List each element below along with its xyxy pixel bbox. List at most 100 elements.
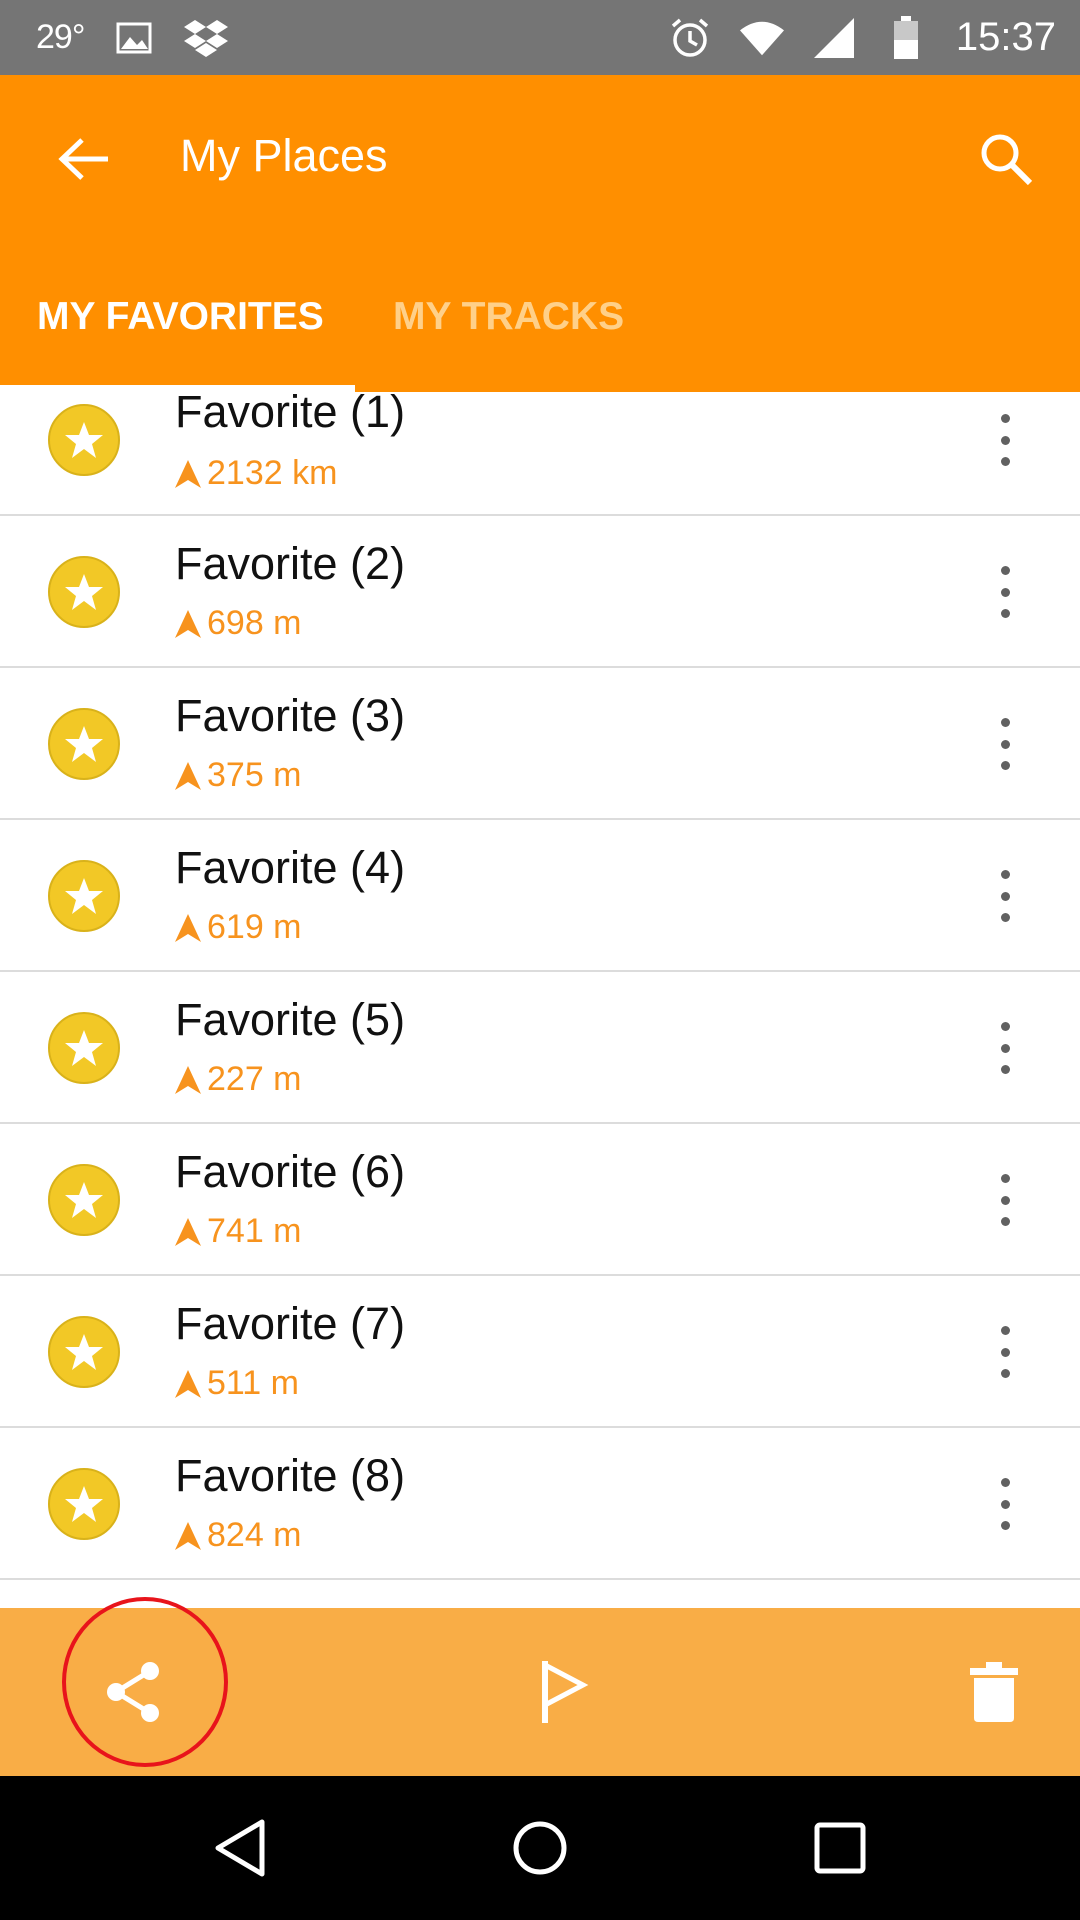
more-vert-icon [1000,1174,1010,1183]
nav-recents-icon [814,1822,866,1874]
more-vert-dot [1000,1043,1010,1053]
distance-value: 227 m [207,1060,302,1098]
direction-arrow-icon [175,459,201,488]
favorite-list-item[interactable]: Favorite (3) 375 m [0,668,1080,820]
favorite-distance: 824 m [175,1516,302,1555]
nav-back-button[interactable] [190,1798,290,1898]
nav-home-button[interactable] [490,1798,590,1898]
status-temperature: 29° [36,18,85,56]
page-title: My Places [180,130,388,181]
favorite-list-item[interactable]: Favorite (5) 227 m [0,972,1080,1124]
favorite-star-icon [48,1468,120,1540]
favorite-star-icon [48,1316,120,1388]
tab-my-tracks[interactable]: MY TRACKS [355,275,685,392]
favorite-title: Favorite (1) [175,392,406,437]
favorite-star-icon [48,860,120,932]
more-vert-dot [1000,587,1010,597]
more-vert-icon [1000,566,1010,575]
favorite-list-item[interactable]: Favorite (6) 741 m [0,1124,1080,1276]
favorite-star-icon [48,1012,120,1084]
system-nav-bar [0,1776,1080,1920]
distance-value: 824 m [207,1516,302,1554]
direction-arrow-icon [175,1217,201,1246]
more-vert-dot [1000,1217,1010,1226]
distance-value: 619 m [207,908,302,946]
more-vert-dot [1000,1195,1010,1205]
share-button[interactable] [84,1642,184,1742]
more-options-button[interactable] [985,408,1025,472]
more-options-button[interactable] [985,1472,1025,1536]
direction-arrow-icon [175,1521,201,1550]
more-vert-icon [1000,1478,1010,1487]
favorite-title: Favorite (8) [175,1450,406,1501]
more-vert-dot [1000,609,1010,618]
favorite-distance: 698 m [175,604,302,643]
nav-recents-button[interactable] [790,1798,890,1898]
distance-value: 375 m [207,756,302,794]
more-vert-dot [1000,457,1010,466]
more-vert-dot [1000,1499,1010,1509]
search-icon [981,134,1033,186]
direction-arrow-icon [175,609,201,638]
favorite-list-item[interactable]: Favorite (8) 824 m [0,1428,1080,1580]
status-right: 15:37 [668,15,1056,60]
favorite-list-item[interactable]: Favorite (7) 511 m [0,1276,1080,1428]
favorite-list-item[interactable]: Favorite (4) 619 m [0,820,1080,972]
nav-back-icon [215,1819,265,1877]
more-options-button[interactable] [985,1016,1025,1080]
more-options-button[interactable] [985,712,1025,776]
more-vert-dot [1000,1347,1010,1357]
more-vert-dot [1000,435,1010,445]
more-options-button[interactable] [985,560,1025,624]
share-icon [107,1662,159,1722]
more-vert-dot [1000,891,1010,901]
distance-value: 741 m [207,1212,302,1250]
dropbox-icon [184,16,229,60]
distance-value: 2132 km [207,454,338,492]
favorite-title: Favorite (7) [175,1298,406,1349]
more-vert-dot [1000,1065,1010,1074]
favorite-star-icon [48,1164,120,1236]
toolbar: My Places [0,75,1080,245]
direction-arrow-icon [175,1369,201,1398]
more-options-button[interactable] [985,1168,1025,1232]
nav-home-icon [513,1821,567,1875]
more-vert-dot [1000,1521,1010,1530]
alarm-icon [668,16,712,60]
favorite-star-icon [48,708,120,780]
tab-indicator [0,385,355,392]
action-bar [0,1608,1080,1776]
favorite-star-icon [48,404,120,476]
more-vert-dot [1000,761,1010,770]
favorite-list-item[interactable]: Favorite (1) 2132 km [0,392,1080,516]
favorite-title: Favorite (6) [175,1146,406,1197]
more-vert-icon [1000,870,1010,879]
more-vert-icon [1000,414,1010,423]
search-button[interactable] [970,127,1042,191]
status-left: 29° [36,16,229,60]
more-vert-dot [1000,913,1010,922]
favorite-distance: 741 m [175,1212,302,1251]
more-vert-icon [1000,718,1010,727]
wifi-icon [739,16,784,60]
back-button[interactable] [48,127,120,191]
more-vert-dot [1000,1369,1010,1378]
tab-my-favorites[interactable]: MY FAVORITES [0,275,355,392]
favorite-list-item[interactable]: Favorite (2) 698 m [0,516,1080,668]
signal-icon [812,16,856,60]
favorite-distance: 511 m [175,1364,299,1403]
distance-value: 511 m [207,1364,299,1402]
flag-button[interactable] [514,1642,614,1742]
favorite-title: Favorite (5) [175,994,406,1045]
distance-value: 698 m [207,604,302,642]
more-options-button[interactable] [985,1320,1025,1384]
favorite-distance: 2132 km [175,454,337,493]
delete-button[interactable] [944,1642,1044,1742]
app-bar: My Places MY FAVORITES MY TRACKS [0,75,1080,392]
favorite-star-icon [48,556,120,628]
favorite-title: Favorite (3) [175,690,406,741]
status-time: 15:37 [955,15,1056,59]
status-bar: 29° 15:37 [0,0,1080,75]
more-options-button[interactable] [985,864,1025,928]
favorite-distance: 619 m [175,908,302,947]
